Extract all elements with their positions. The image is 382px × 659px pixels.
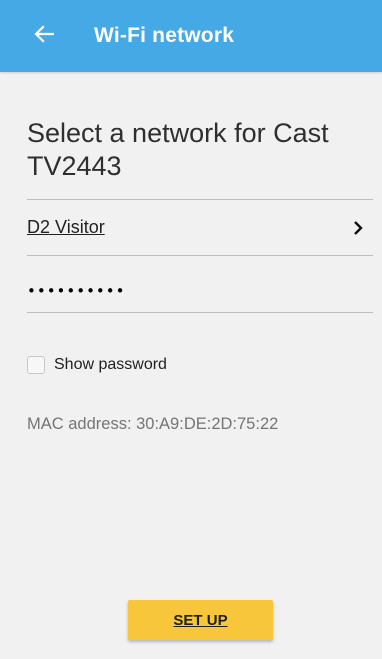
show-password-label: Show password	[54, 356, 167, 373]
chevron-right-icon	[353, 220, 363, 236]
app-bar: Wi-Fi network	[0, 0, 382, 72]
page-title: Wi-Fi network	[94, 24, 235, 47]
setup-button[interactable]: SET UP	[128, 600, 273, 640]
password-field[interactable]	[27, 256, 373, 312]
network-selector[interactable]: D2 Visitor	[27, 199, 373, 256]
show-password-toggle[interactable]: Show password	[27, 356, 167, 374]
password-field-row	[27, 256, 373, 313]
arrow-left-icon	[34, 24, 55, 48]
back-button[interactable]	[20, 12, 68, 60]
select-network-heading: Select a network for Cast TV2443	[27, 118, 329, 181]
network-name: D2 Visitor	[27, 217, 105, 237]
mac-address: MAC address: 30:A9:DE:2D:75:22	[27, 415, 279, 433]
show-password-checkbox[interactable]	[27, 356, 45, 374]
